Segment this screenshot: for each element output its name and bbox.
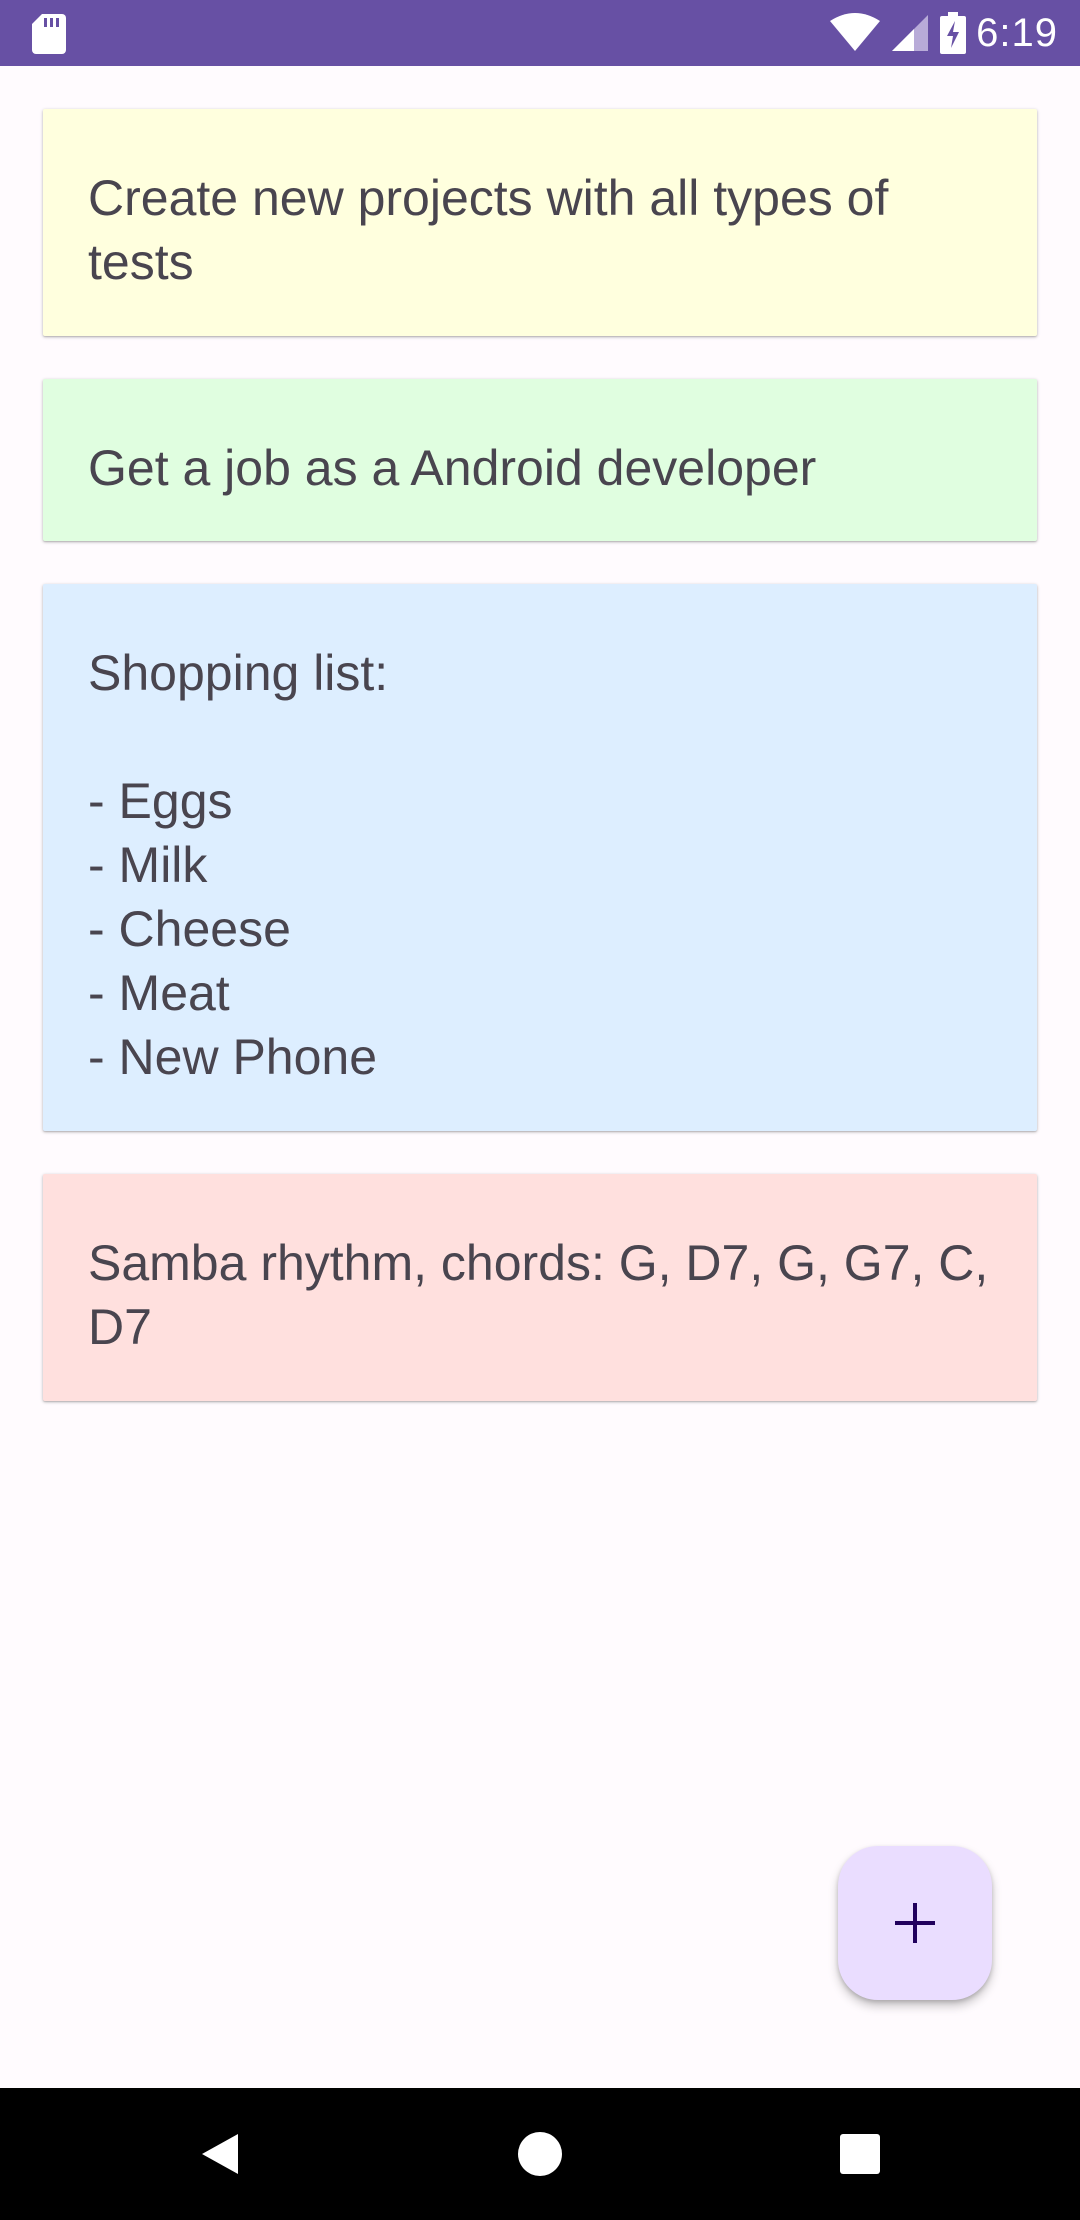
note-card[interactable]: Shopping list: - Eggs - Milk - Cheese - … (43, 584, 1037, 1131)
note-card[interactable]: Create new projects with all types of te… (43, 109, 1037, 336)
back-button[interactable] (175, 2112, 265, 2196)
status-bar: 6:19 (0, 0, 1080, 66)
home-icon (518, 2132, 562, 2176)
wifi-icon (830, 13, 881, 51)
note-text: Shopping list: - Eggs - Milk - Cheese - … (88, 645, 389, 1085)
note-card[interactable]: Samba rhythm, chords: G, D7, G, G7, C, D… (43, 1174, 1037, 1401)
note-text: Samba rhythm, chords: G, D7, G, G7, C, D… (88, 1235, 989, 1355)
note-text: Create new projects with all types of te… (88, 170, 889, 290)
recents-icon (840, 2134, 880, 2174)
note-card[interactable]: Get a job as a Android developer (43, 379, 1037, 541)
status-time: 6:19 (976, 10, 1058, 55)
navigation-bar (0, 2088, 1080, 2220)
note-text: Get a job as a Android developer (88, 440, 817, 496)
back-icon (202, 2134, 238, 2174)
recents-button[interactable] (815, 2112, 905, 2196)
battery-charging-icon (940, 12, 967, 54)
home-button[interactable] (495, 2112, 585, 2196)
sd-card-icon (32, 14, 66, 54)
plus-icon (895, 1903, 935, 1943)
status-icons: 6:19 (830, 0, 1058, 66)
add-note-button[interactable] (838, 1846, 992, 2000)
cell-signal-icon (892, 15, 929, 51)
